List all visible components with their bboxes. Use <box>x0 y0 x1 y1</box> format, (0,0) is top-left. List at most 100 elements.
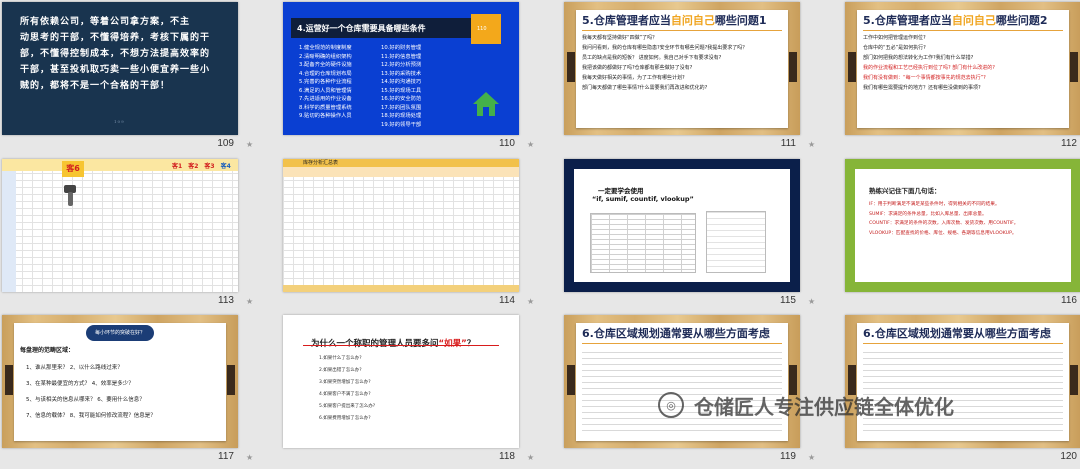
list-item: 仓库中的“五必”是如何执行? <box>863 45 926 51</box>
slide-113-content: 客6 客1 客2 客3 客4 <box>2 159 238 292</box>
question-line: 3、在某种最便宜的方式？ 4、效率是多少？ <box>26 381 134 387</box>
question-line: 6.如果费用增加了怎么办? <box>319 416 371 421</box>
slide-thumb-110[interactable]: 4.运营好一个仓库需要具备哪些条件 110 1.健全规范的制度制度 2.清晰明确… <box>281 0 551 156</box>
question-line: 1.如果什么了怎么办? <box>319 356 362 361</box>
slide-thumb-113[interactable]: 客6 客1 客2 客3 客4 113 ★ <box>0 157 270 313</box>
slide-thumb-112[interactable]: 5.仓库管理者应当自问自己哪些问题2 工作中如何把管理运作到位? 仓库中的“五必… <box>843 0 1080 156</box>
cloud-callout: 每小环节的突破在好？ <box>86 325 154 341</box>
tab-customer-2: 客2 <box>188 163 199 170</box>
list-item: 15.好的现场工具 <box>381 87 422 94</box>
slide-title: 5.仓库管理者应当自问自己哪些问题1 <box>582 14 767 27</box>
binder-clip-icon <box>1070 365 1078 395</box>
list-item: 7.先进适用的作业设备 <box>299 96 352 102</box>
slide-thumb-116[interactable]: 熟练兴记住下面几句话： IF：用于判断满足不满足某些条件时，得到相关的不同的结果… <box>843 157 1080 313</box>
slide-title: 4.运营好一个仓库需要具备哪些条件 <box>291 18 499 38</box>
question-line: 3.如果突然增加了怎么办? <box>319 380 371 385</box>
conditions-column-2: 10.好的财务管理 11.好的信息管理 12.好的分析预测 13.好的采购技术 … <box>381 44 421 129</box>
slide-heading: “if, sumif, countif, vlookup” <box>592 195 694 203</box>
slide-text-line: 动思考的干部，不懂得培养，考核下属的干 <box>20 33 211 43</box>
slide-number: 114 <box>499 295 515 306</box>
question-line: 5.如果客户提出来了怎么办? <box>319 404 376 409</box>
slide-117-content: 每小环节的突破在好？ 每盘理的范畴区域： 1、谁从那里来？ 2、以什么路线过来？… <box>2 315 238 448</box>
slide-119-content: 6.仓库区域规划通常要从哪些方面考虑 <box>564 315 800 448</box>
slide-page-number: 109 <box>114 119 125 124</box>
slide-number: 117 <box>218 451 234 462</box>
binder-clip-icon <box>567 365 575 395</box>
list-item: 17.好的团队氛围 <box>381 104 422 111</box>
slide-text-line: 干部，甚至投机取巧卖一些小便宜养一些小 <box>20 65 211 75</box>
slide-text-line: 部，不懂得控制成本，不想方法提高效率的 <box>20 49 211 59</box>
conditions-column-1: 1.健全规范的制度制度 2.清晰明确的组织架构 3.配备齐全的硬件设施 4.合理… <box>299 44 352 121</box>
list-item: 4.合理的仓库规划布局 <box>299 70 352 77</box>
slide-116-content: 熟练兴记住下面几句话： IF：用于判断满足不满足某些条件时，得到相关的不同的结果… <box>845 159 1080 292</box>
slide-thumb-117[interactable]: 每小环节的突破在好？ 每盘理的范畴区域： 1、谁从那里来？ 2、以什么路线过来？… <box>0 313 270 469</box>
transition-star-icon: ★ <box>527 453 535 462</box>
list-item: 部门每天都做了哪些事情?什么需要我们再改进和优化的? <box>582 85 708 91</box>
transition-star-icon: ★ <box>808 140 816 149</box>
slide-111-content: 5.仓库管理者应当自问自己哪些问题1 我每天都有坚持做好“四做”了吗？ 我问问看… <box>564 2 800 135</box>
binder-clip-icon <box>567 52 575 82</box>
slide-number: 120 <box>1060 451 1077 462</box>
sheet-header: 库存分析汇总表 <box>283 159 519 167</box>
question-line: 4.如果客户不满了怎么办? <box>319 392 371 397</box>
watermark-text: 仓储匠人专注供应链全体优化 <box>694 394 954 419</box>
barcode-scanner-icon <box>64 185 76 206</box>
customer-tag: 客6 <box>62 161 84 177</box>
slide-heading: 每盘理的范畴区域： <box>20 347 75 354</box>
formula-panel <box>706 211 766 273</box>
transition-star-icon: ★ <box>527 140 535 149</box>
slide-thumb-109[interactable]: 所有依赖公司，等着公司拿方案，不主 动思考的干部，不懂得培养，考核下属的干 部，… <box>0 0 270 156</box>
slide-paper: 5.仓库管理者应当自问自己哪些问题1 我每天都有坚持做好“四做”了吗？ 我问问看… <box>576 10 788 128</box>
question-line: 5、与该相关的信息从哪来？ 6、要用什么信息？ <box>26 397 145 403</box>
house-icon <box>473 92 499 116</box>
rule-line: COUNTIF：求满足的条件的次数，入库次数、发货次数、用COUNTIF。 <box>869 221 1019 226</box>
list-item: 我问问看到，我的仓库有哪些隐患?安全环节有哪些问题?我提出要求了吗？ <box>582 45 748 51</box>
binder-clip-icon <box>5 365 13 395</box>
slide-thumb-118[interactable]: 为什么一个称职的管理人员要多问“如果”？ 1.如果什么了怎么办? 2.如果出错了… <box>281 313 551 469</box>
binder-clip-icon <box>789 52 797 82</box>
slide-114-content: 库存分析汇总表 <box>283 159 519 292</box>
list-item: 19.好的领导干部 <box>381 121 422 128</box>
slide-number: 110 <box>499 138 515 149</box>
slide-118-content: 为什么一个称职的管理人员要多问“如果”？ 1.如果什么了怎么办? 2.如果出错了… <box>283 315 519 448</box>
transition-star-icon: ★ <box>246 297 254 306</box>
tab-customer-3: 客3 <box>204 163 215 170</box>
slide-heading: 一定要学会使用 <box>598 187 644 195</box>
slide-title: 5.仓库管理者应当自问自己哪些问题2 <box>863 14 1048 27</box>
watermark: ◎ 仓储匠人专注供应链全体优化 <box>658 385 1038 425</box>
wechat-logo-icon: ◎ <box>658 392 684 418</box>
slide-number: 115 <box>780 295 796 306</box>
slide-109-content: 所有依赖公司，等着公司拿方案，不主 动思考的干部，不懂得培养，考核下属的干 部，… <box>2 2 238 135</box>
transition-star-icon: ★ <box>808 453 816 462</box>
slide-thumb-114[interactable]: 库存分析汇总表 114 ★ <box>281 157 551 313</box>
list-item: 我每天做好相关的事情，为了工作有哪些计划? <box>582 75 685 81</box>
list-item: 我们有哪些需要提升的地方？还有哪些没做到的事项? <box>863 85 981 91</box>
slide-110-content: 4.运营好一个仓库需要具备哪些条件 110 1.健全规范的制度制度 2.清晰明确… <box>283 2 519 135</box>
list-item: 12.好的分析预测 <box>381 62 422 68</box>
slide-number: 111 <box>780 138 796 149</box>
transition-star-icon: ★ <box>246 453 254 462</box>
rule-line: VLOOKUP：匹配查找的价格、库位、规格、各期等信息用VLOOKUP。 <box>869 230 1017 236</box>
list-item: 2.清晰明确的组织架构 <box>299 53 352 60</box>
rule-line: SUMIF：求满足的条件总量，比如入库总量、出库总量。 <box>869 211 987 217</box>
slide-115-content: 一定要学会使用 “if, sumif, countif, vlookup” <box>564 159 800 292</box>
slide-paper: 5.仓库管理者应当自问自己哪些问题2 工作中如何把管理运作到位? 仓库中的“五必… <box>857 10 1069 128</box>
question-list: 工作中如何把管理运作到位? 仓库中的“五必”是如何执行? 部门如何把我的想法转化… <box>857 34 1069 92</box>
slide-number: 113 <box>218 295 234 306</box>
slide-heading: 熟练兴记住下面几句话： <box>869 187 941 195</box>
tab-customer-1: 客1 <box>172 163 183 170</box>
binder-clip-icon <box>1070 52 1078 82</box>
list-item: 员工的缺点是我的短板？ 进度如何。我自己对手下有要求没有? <box>582 55 722 61</box>
slide-thumb-111[interactable]: 5.仓库管理者应当自问自己哪些问题1 我每天都有坚持做好“四做”了吗？ 我问问看… <box>562 0 832 156</box>
tab-customer-4: 客4 <box>220 163 231 170</box>
slide-thumb-115[interactable]: 一定要学会使用 “if, sumif, countif, vlookup” 11… <box>562 157 832 313</box>
slide-number: 116 <box>1061 295 1077 306</box>
slide-number: 119 <box>780 451 796 462</box>
transition-star-icon: ★ <box>246 140 254 149</box>
list-item: 18.好的现场处理 <box>381 113 422 119</box>
list-item: 16.好的安全防范 <box>381 96 422 102</box>
slide-title: 为什么一个称职的管理人员要多问“如果”？ <box>311 339 476 349</box>
binder-clip-icon <box>848 52 856 82</box>
list-item: 10.好的财务管理 <box>381 45 422 51</box>
transition-star-icon: ★ <box>527 297 535 306</box>
